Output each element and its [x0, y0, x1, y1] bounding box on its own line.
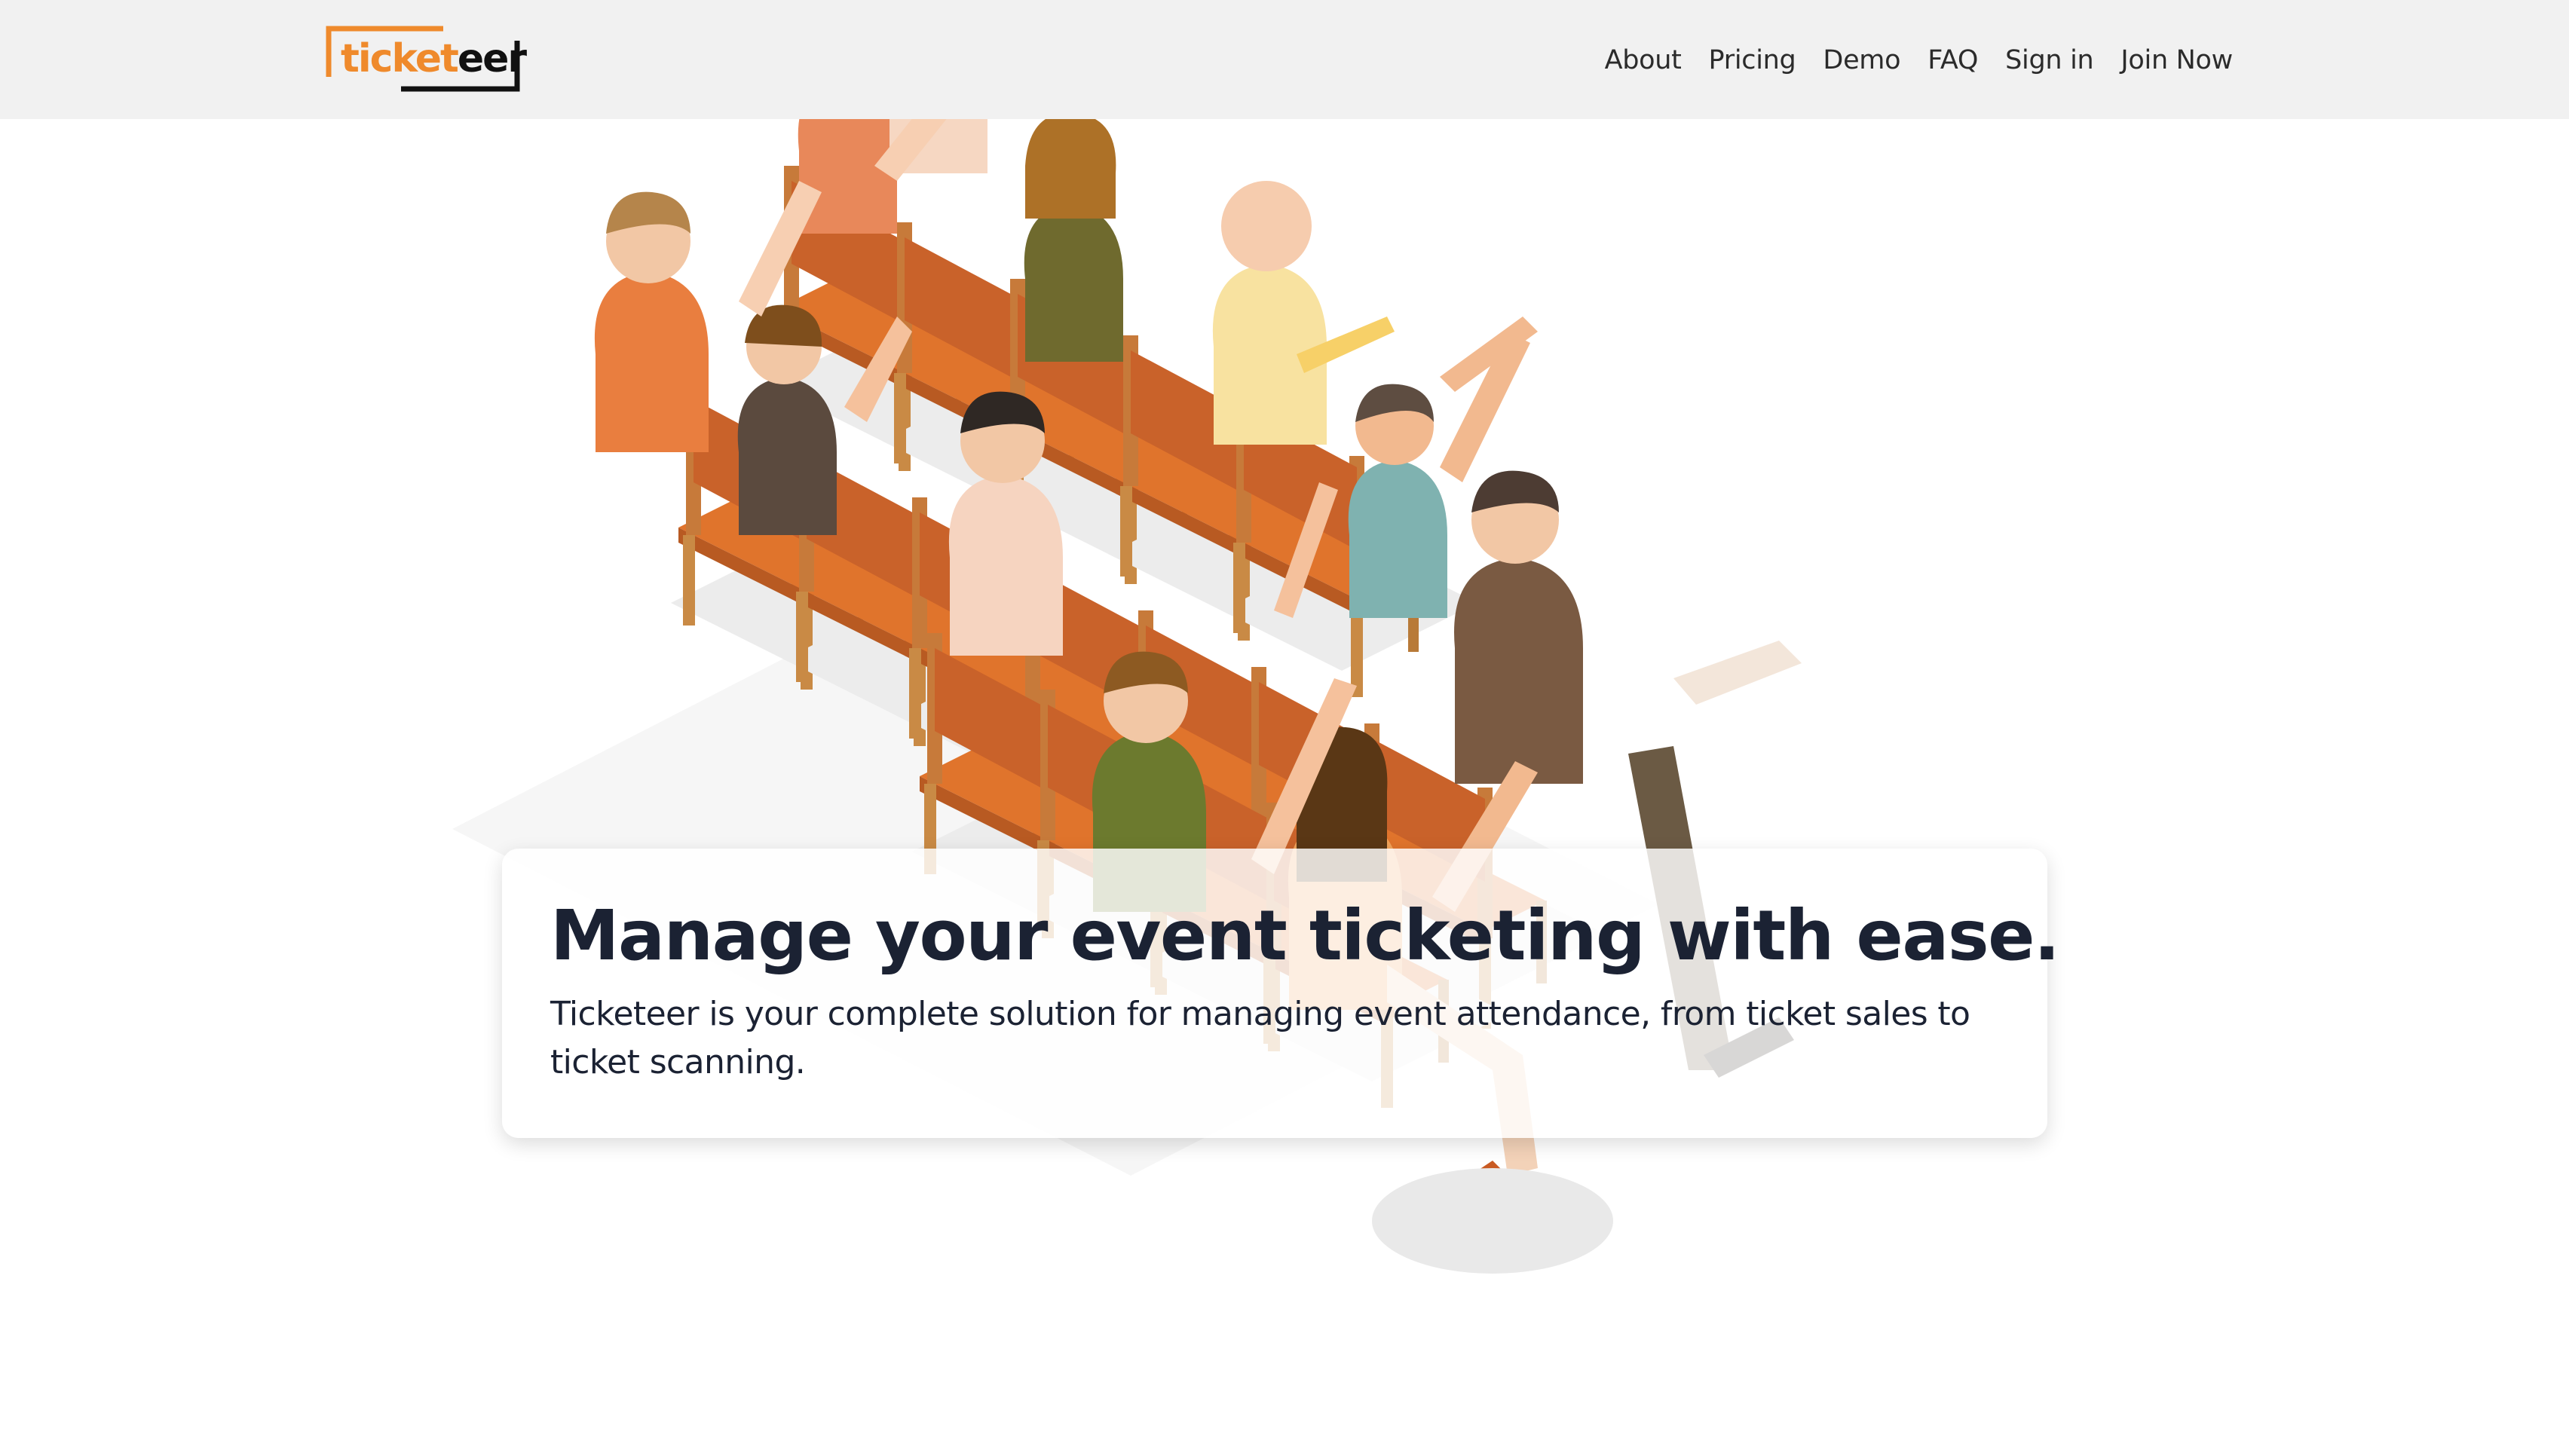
- hero-card: Manage your event ticketing with ease. T…: [502, 849, 2060, 1138]
- top-navigation-bar: ticketeer About Pricing Demo FAQ Sign in…: [0, 0, 2569, 119]
- logo-wordmark: ticketeer: [341, 35, 527, 83]
- logo-word-eer: eer: [457, 36, 527, 81]
- audience-illustration: [452, 0, 1802, 1274]
- nav-pricing-link[interactable]: Pricing: [1709, 45, 1796, 75]
- logo-word-ticket: ticket: [341, 36, 459, 81]
- nav-faq-link[interactable]: FAQ: [1928, 45, 1978, 75]
- ticketeer-logo[interactable]: ticketeer: [326, 24, 527, 93]
- hero-title: Manage your event ticketing with ease.: [550, 895, 2060, 976]
- nav-join-now-link[interactable]: Join Now: [2120, 45, 2233, 75]
- hero-illustration: [452, 0, 2186, 1432]
- nav-sign-in-link[interactable]: Sign in: [2005, 45, 2094, 75]
- nav-demo-link[interactable]: Demo: [1823, 45, 1900, 75]
- main-nav: About Pricing Demo FAQ Sign in Join Now: [1605, 39, 2234, 81]
- nav-about-link[interactable]: About: [1605, 45, 1682, 75]
- hero-subtitle: Ticketeer is your complete solution for …: [550, 995, 1970, 1081]
